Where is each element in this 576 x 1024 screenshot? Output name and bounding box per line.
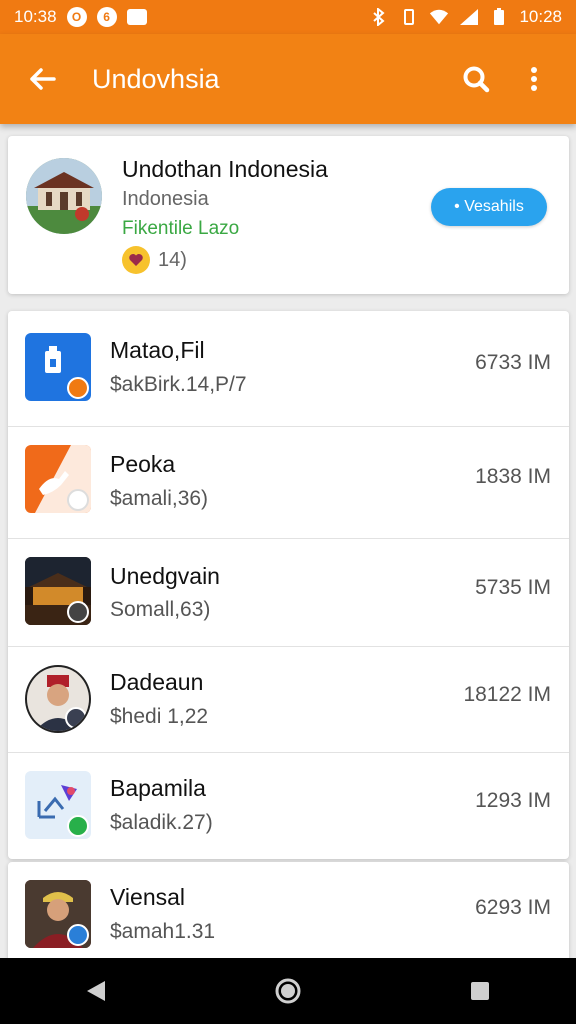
nav-home-button[interactable] bbox=[258, 961, 318, 1021]
profile-rating-count: 14) bbox=[158, 248, 187, 271]
list-item[interactable]: Matao,Fil $akBirk.14,P/7 6733 IM bbox=[8, 311, 569, 427]
recents-square-icon bbox=[471, 982, 489, 1000]
app-icon-orange bbox=[25, 445, 91, 513]
back-triangle-icon bbox=[87, 981, 105, 1001]
search-button[interactable] bbox=[456, 59, 496, 99]
bluetooth-icon bbox=[369, 7, 389, 27]
notification-image-icon bbox=[126, 9, 147, 25]
back-button[interactable] bbox=[22, 59, 62, 99]
item-name: Matao,Fil bbox=[110, 337, 205, 363]
app-icon-blue bbox=[25, 333, 91, 401]
item-name: Viensal bbox=[110, 884, 186, 910]
profile-country: Indonesia bbox=[122, 188, 209, 210]
item-size: 6293 IM bbox=[475, 896, 551, 919]
status-time-right: 10:28 bbox=[519, 7, 562, 26]
badge-icon bbox=[67, 489, 89, 511]
item-name: Unedgvain bbox=[110, 563, 220, 589]
item-name: Bapamila bbox=[110, 775, 206, 801]
item-sub: $amah1.31 bbox=[110, 920, 216, 943]
list-item[interactable]: Dadeaun $hedi 1,22 18122 IM bbox=[8, 647, 569, 753]
app-icon-portrait bbox=[25, 665, 91, 733]
nav-back-button[interactable] bbox=[66, 961, 126, 1021]
profile-status: Fikentile Lazo bbox=[122, 218, 240, 239]
app-icon-portrait-2 bbox=[25, 880, 91, 948]
item-name: Peoka bbox=[110, 451, 176, 477]
list-item[interactable]: Peoka $amali,36) 1838 IM bbox=[8, 427, 569, 539]
signal-icon bbox=[459, 7, 479, 27]
notification-circle-icon: 6 bbox=[96, 7, 117, 27]
status-bar: 10:38 O 6 10:28 bbox=[0, 0, 576, 34]
list-item[interactable]: Bapamila $aladik.27) 1293 IM bbox=[8, 753, 569, 859]
home-circle-icon bbox=[275, 978, 301, 1004]
notification-o-icon: O bbox=[66, 7, 87, 27]
search-icon bbox=[463, 66, 490, 93]
item-size: 1293 IM bbox=[475, 789, 551, 812]
app-bar: Undovhsia bbox=[0, 34, 576, 124]
badge-icon bbox=[67, 377, 89, 399]
battery-icon bbox=[489, 7, 509, 27]
building-photo-icon bbox=[26, 158, 102, 234]
item-sub: $amali,36) bbox=[110, 487, 209, 510]
profile-name: Undothan Indonesia bbox=[122, 156, 328, 182]
badge-icon bbox=[67, 924, 89, 946]
app-icon-night bbox=[25, 557, 91, 625]
item-name: Dadeaun bbox=[110, 669, 204, 695]
heart-icon bbox=[122, 246, 150, 274]
item-size: 6733 IM bbox=[475, 351, 551, 374]
more-options-button[interactable] bbox=[514, 59, 554, 99]
more-vert-icon bbox=[531, 67, 537, 91]
status-left: 10:38 O 6 bbox=[14, 7, 147, 27]
badge-icon bbox=[65, 707, 87, 729]
item-size: 5735 IM bbox=[475, 576, 551, 599]
profile-card[interactable]: Undothan Indonesia Indonesia Fikentile L… bbox=[8, 136, 569, 294]
back-arrow-icon bbox=[30, 68, 56, 90]
item-sub: $aladik.27) bbox=[110, 811, 213, 834]
item-sub: $akBirk.14,P/7 bbox=[110, 373, 247, 396]
system-nav-bar bbox=[0, 958, 576, 1024]
app-title: Undovhsia bbox=[92, 63, 220, 94]
item-sub: Somall,63) bbox=[110, 598, 211, 621]
profile-rating: 14) bbox=[122, 246, 187, 274]
list-item[interactable]: Unedgvain Somall,63) 5735 IM bbox=[8, 539, 569, 647]
app-icon-shapes bbox=[25, 771, 91, 839]
item-size: 18122 IM bbox=[463, 683, 551, 706]
item-size: 1838 IM bbox=[475, 465, 551, 488]
follow-button[interactable]: • Vesahils bbox=[431, 188, 547, 226]
app-list: Matao,Fil $akBirk.14,P/7 6733 IM Peoka $… bbox=[8, 311, 569, 859]
badge-icon bbox=[67, 601, 89, 623]
status-right: 10:28 bbox=[369, 7, 562, 27]
nav-recents-button[interactable] bbox=[450, 961, 510, 1021]
badge-icon bbox=[67, 815, 89, 837]
status-time-left: 10:38 bbox=[14, 7, 57, 26]
wifi-icon bbox=[429, 7, 449, 27]
item-sub: $hedi 1,22 bbox=[110, 705, 209, 728]
vibrate-icon bbox=[399, 7, 419, 27]
profile-avatar[interactable] bbox=[26, 158, 102, 234]
